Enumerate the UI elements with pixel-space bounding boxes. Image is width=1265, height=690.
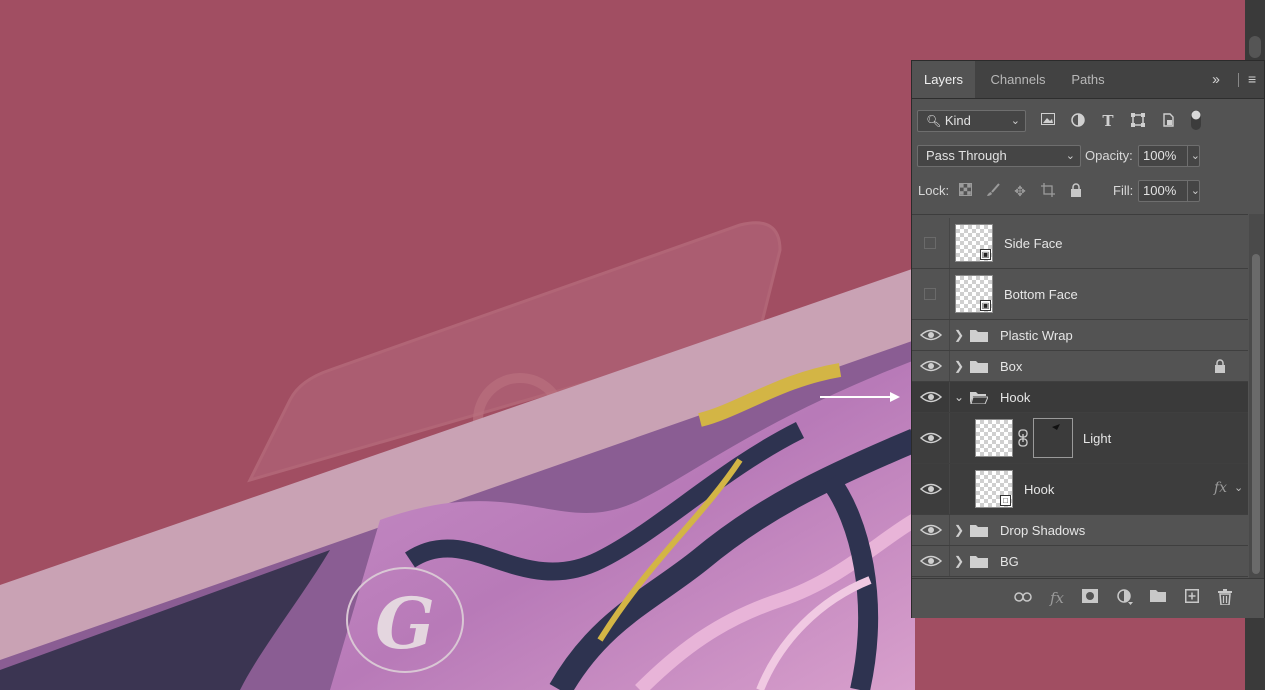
eye-icon[interactable] (920, 431, 942, 445)
layer-thumbnail[interactable]: ▣ (955, 275, 993, 313)
layer-hook-group[interactable]: ⌄ Hook (912, 382, 1248, 413)
tab-paths[interactable]: Paths (1060, 61, 1116, 98)
layer-thumbnail[interactable]: ▣ (955, 224, 993, 262)
layer-hook-shape[interactable]: □ Hook fx ⌄ (912, 464, 1248, 515)
search-icon: 🔍︎ (926, 114, 942, 128)
chevron-down-icon[interactable]: ⌄ (1234, 481, 1243, 494)
opacity-value: 100% (1143, 148, 1177, 163)
kind-filter-dropdown[interactable]: 🔍︎ Kind ⌄ (917, 110, 1026, 132)
document-scroll-thumb[interactable] (1249, 36, 1261, 58)
panel-expand-icon[interactable]: ›› (1212, 71, 1220, 88)
eye-icon[interactable] (920, 482, 942, 496)
lock-all-icon[interactable] (1068, 183, 1084, 199)
blend-mode-dropdown[interactable]: Pass Through ⌄ (917, 145, 1081, 167)
chevron-down-icon[interactable]: ⌄ (1186, 181, 1200, 201)
chevron-right-icon[interactable]: ❯ (954, 359, 964, 373)
panel-tab-bar: Layers Channels Paths ›› ≡ (912, 61, 1264, 99)
layer-thumbnail[interactable]: □ (975, 470, 1013, 508)
layer-name[interactable]: Bottom Face (1004, 287, 1078, 302)
image-filter-icon[interactable] (1040, 113, 1056, 129)
fill-value: 100% (1143, 183, 1177, 198)
layers-panel: Layers Channels Paths ›› ≡ 🔍︎ Kind ⌄ T P… (911, 60, 1265, 618)
lock-transparent-pixels-icon[interactable] (957, 183, 973, 199)
lock-label: Lock: (918, 183, 950, 198)
layer-name[interactable]: Light (1083, 431, 1111, 446)
layers-scroll-thumb[interactable] (1252, 254, 1260, 574)
delete-icon[interactable] (1215, 589, 1235, 607)
chevron-down-icon[interactable]: ⌄ (1186, 146, 1200, 166)
layer-name[interactable]: Side Face (1004, 236, 1063, 251)
visibility-toggle[interactable] (924, 288, 936, 300)
layers-scrollbar[interactable] (1249, 214, 1264, 578)
type-filter-icon[interactable]: T (1100, 113, 1116, 129)
fill-label: Fill: (1113, 183, 1134, 198)
chevron-right-icon[interactable]: ❯ (954, 554, 964, 568)
opacity-field[interactable]: 100% ⌄ (1138, 145, 1200, 167)
layer-mask-thumbnail[interactable] (1033, 418, 1073, 458)
layer-effects-icon[interactable]: fx (1214, 480, 1227, 496)
lock-artboard-icon[interactable] (1040, 183, 1056, 199)
layer-name[interactable]: Plastic Wrap (1000, 328, 1073, 343)
smart-object-icon: ▣ (980, 249, 991, 260)
chevron-right-icon[interactable]: ❯ (954, 328, 964, 342)
link-icon[interactable] (1018, 429, 1028, 447)
eye-icon[interactable] (920, 328, 942, 342)
layer-bottom-face[interactable]: ▣ Bottom Face (912, 269, 1248, 320)
kind-filter-label: Kind (944, 113, 971, 128)
layer-name[interactable]: Box (1000, 359, 1022, 374)
add-mask-icon[interactable] (1080, 589, 1100, 607)
adjustment-layer-icon[interactable] (1115, 589, 1135, 607)
fx-icon[interactable]: fx (1047, 589, 1067, 607)
folder-icon (970, 330, 988, 342)
eye-icon[interactable] (920, 554, 942, 568)
chevron-right-icon[interactable]: ❯ (954, 523, 964, 537)
adjustment-filter-icon[interactable] (1070, 113, 1086, 129)
folder-icon (970, 361, 988, 373)
lock-position-icon[interactable]: ✥ (1012, 183, 1028, 199)
panel-menu-icon[interactable]: ≡ (1248, 71, 1256, 87)
layers-bottom-toolbar: fx (912, 578, 1264, 618)
lock-image-pixels-icon[interactable] (985, 183, 1001, 199)
layer-side-face[interactable]: ▣ Side Face (912, 218, 1248, 269)
eye-icon[interactable] (920, 523, 942, 537)
new-group-icon[interactable] (1148, 589, 1168, 607)
chevron-down-icon: ⌄ (1010, 115, 1020, 127)
folder-open-icon (970, 392, 988, 404)
layer-name[interactable]: Hook (1024, 482, 1054, 497)
chevron-down-icon[interactable]: ⌄ (954, 390, 964, 404)
fill-field[interactable]: 100% ⌄ (1138, 180, 1200, 202)
tab-layers[interactable]: Layers (912, 61, 975, 98)
lock-icon (1215, 359, 1225, 373)
filter-toggle-icon[interactable] (1188, 109, 1204, 131)
tab-channels[interactable]: Channels (978, 61, 1058, 98)
layer-name[interactable]: Hook (1000, 390, 1030, 405)
layer-drop-shadows[interactable]: ❯ Drop Shadows (912, 515, 1248, 546)
link-layers-icon[interactable] (1013, 589, 1033, 607)
new-layer-icon[interactable] (1182, 589, 1202, 607)
opacity-label: Opacity: (1085, 148, 1133, 163)
visibility-toggle[interactable] (924, 237, 936, 249)
layer-bg[interactable]: ❯ BG (912, 546, 1248, 577)
layer-name[interactable]: BG (1000, 554, 1019, 569)
layer-plastic-wrap[interactable]: ❯ Plastic Wrap (912, 320, 1248, 351)
layers-list[interactable]: ▣ Side Face ▣ Bottom Face ❯ Plastic Wrap… (912, 214, 1248, 579)
blend-mode-value: Pass Through (926, 148, 1007, 163)
eye-icon[interactable] (920, 359, 942, 373)
logo-glyph: G (375, 582, 435, 665)
shape-filter-icon[interactable] (1130, 113, 1146, 129)
smart-object-filter-icon[interactable] (1160, 113, 1176, 129)
shape-layer-icon: □ (1000, 495, 1011, 506)
layer-light[interactable]: Light (912, 413, 1248, 464)
chevron-down-icon: ⌄ (1065, 150, 1075, 162)
eye-icon[interactable] (920, 390, 942, 404)
layer-thumbnail[interactable] (975, 419, 1013, 457)
tab-divider (1238, 73, 1239, 87)
layer-box[interactable]: ❯ Box (912, 351, 1248, 382)
folder-icon (970, 556, 988, 568)
layer-name[interactable]: Drop Shadows (1000, 523, 1085, 538)
smart-object-icon: ▣ (980, 300, 991, 311)
folder-icon (970, 525, 988, 537)
